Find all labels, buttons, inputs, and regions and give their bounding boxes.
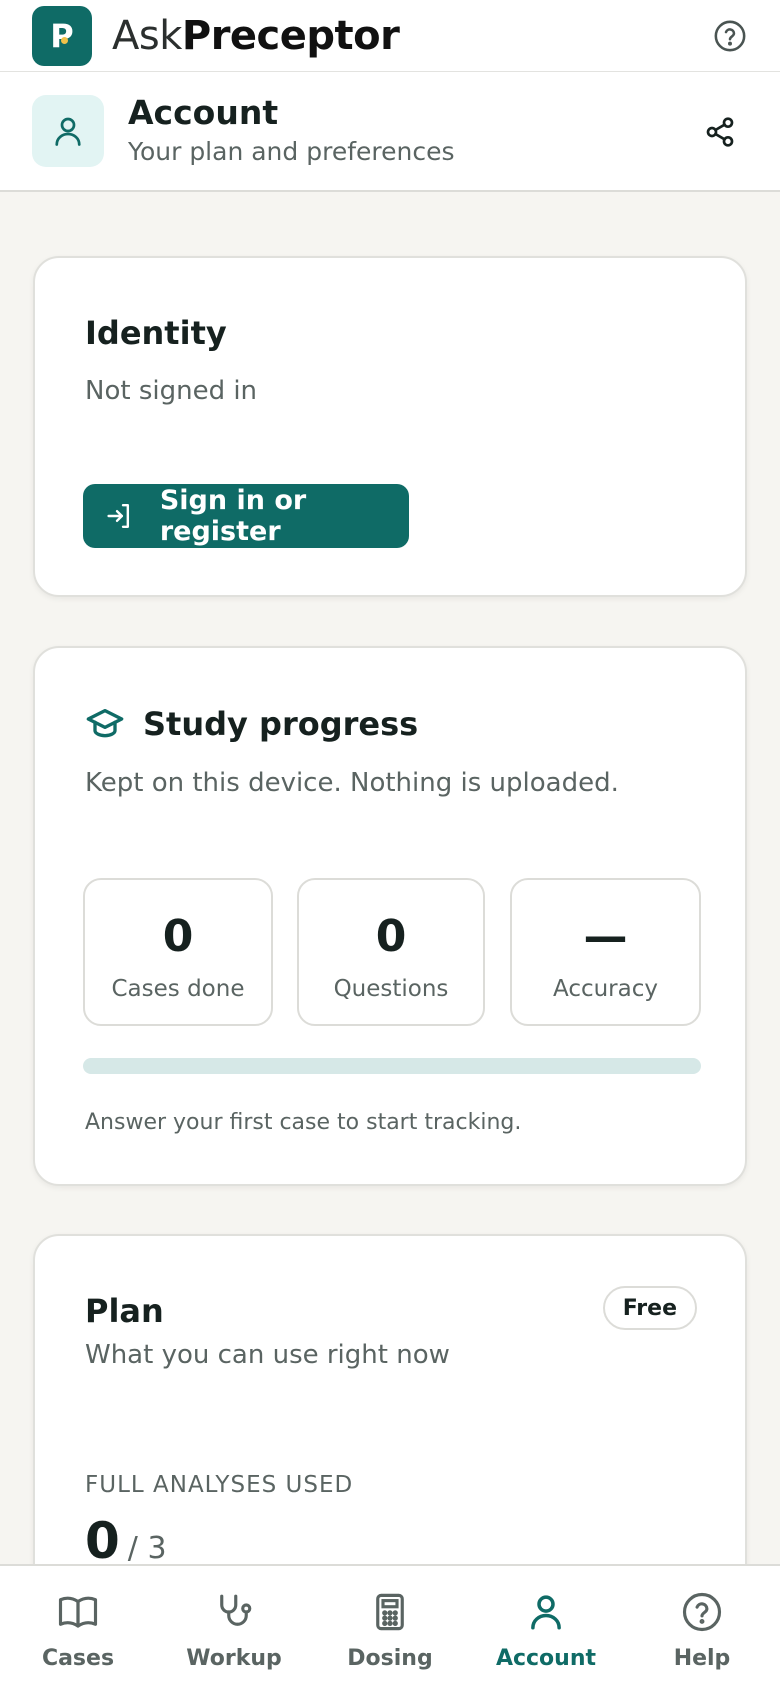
help-circle-icon <box>680 1590 724 1634</box>
sign-in-button[interactable]: Sign in or register <box>83 484 409 548</box>
logo-dot <box>61 36 68 44</box>
usage-total: / 3 <box>127 1531 167 1566</box>
user-icon <box>524 1590 568 1634</box>
book-icon <box>56 1590 100 1634</box>
graduation-cap-icon <box>86 709 124 738</box>
nav-item-dosing[interactable]: Dosing <box>312 1566 468 1688</box>
stats-row: 0 Cases done 0 Questions — Accuracy <box>83 878 701 1026</box>
help-button[interactable] <box>712 18 748 54</box>
usage-used: 0 <box>85 1512 120 1570</box>
identity-card: Identity Not signed in Sign in or regist… <box>33 256 747 597</box>
usage-value: 0 / 3 <box>85 1512 167 1570</box>
identity-title: Identity <box>85 314 227 352</box>
top-app-bar: P AskPreceptor <box>0 0 780 72</box>
section-header: Account Your plan and preferences <box>0 72 780 192</box>
plan-subtitle: What you can use right now <box>85 1340 450 1370</box>
user-icon <box>55 117 81 146</box>
brand-name-light: Ask <box>112 12 182 59</box>
stat-accuracy: — Accuracy <box>510 878 701 1026</box>
nav-item-help[interactable]: Help <box>624 1566 780 1688</box>
nav-label: Workup <box>186 1646 282 1671</box>
share-button[interactable] <box>700 112 740 152</box>
stethoscope-icon <box>212 1590 256 1634</box>
header-text: Account Your plan and preferences <box>128 92 455 170</box>
progress-bar <box>83 1058 701 1074</box>
identity-status: Not signed in <box>85 376 258 406</box>
study-progress-title-row: Study progress <box>85 704 418 744</box>
brand-name-bold: Preceptor <box>181 12 400 59</box>
nav-label: Cases <box>41 1646 115 1671</box>
stat-label: Cases done <box>111 976 245 1002</box>
nav-item-cases[interactable]: Cases <box>0 1566 156 1688</box>
study-progress-title: Study progress <box>143 705 419 743</box>
page-subtitle: Your plan and preferences <box>128 137 455 166</box>
calculator-icon <box>368 1590 412 1634</box>
page-title: Account <box>128 93 279 132</box>
stat-cases-done: 0 Cases done <box>83 878 273 1026</box>
stat-label: Questions <box>333 976 449 1002</box>
plan-badge: Free <box>602 1286 697 1330</box>
account-header-icon-box <box>32 95 104 167</box>
stat-questions: 0 Questions <box>297 878 485 1026</box>
stat-value: 0 <box>162 911 194 962</box>
usage-label: FULL ANALYSES USED <box>85 1472 354 1498</box>
nav-label: Help <box>673 1646 731 1671</box>
app-root: P AskPreceptor Account Your plan and pre… <box>0 0 780 1688</box>
study-progress-subtitle: Kept on this device. Nothing is uploaded… <box>85 768 619 798</box>
stat-label: Accuracy <box>552 976 658 1002</box>
logo-letter: P <box>50 16 74 55</box>
bottom-nav: Cases Workup Dosing Account Help <box>0 1564 780 1688</box>
plan-title: Plan <box>85 1292 164 1330</box>
nav-label: Dosing <box>347 1646 433 1671</box>
help-circle-icon <box>714 20 746 52</box>
progress-hint: Answer your first case to start tracking… <box>85 1110 522 1135</box>
nav-item-account[interactable]: Account <box>468 1566 624 1688</box>
stat-value: — <box>583 911 628 962</box>
stat-value: 0 <box>375 911 407 962</box>
nav-label: Account <box>495 1646 597 1671</box>
study-progress-card: Study progress Kept on this device. Noth… <box>33 646 747 1186</box>
sign-in-label: Sign in or register <box>159 485 307 547</box>
nav-item-workup[interactable]: Workup <box>156 1566 312 1688</box>
app-logo[interactable]: P <box>32 5 92 66</box>
share-icon <box>706 117 734 147</box>
log-in-icon <box>107 503 130 529</box>
brand-name: AskPreceptor <box>112 12 400 59</box>
